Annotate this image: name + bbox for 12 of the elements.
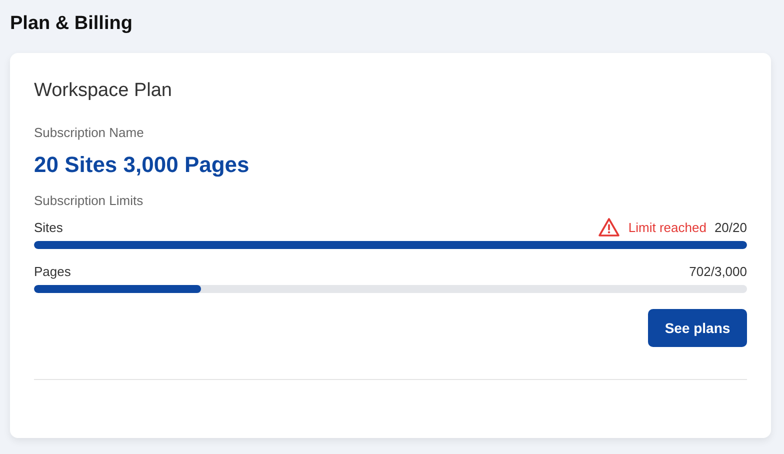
limit-warning: Limit reached <box>628 220 706 234</box>
limit-reading: 20/20 <box>714 220 747 234</box>
limit-reading: 702/3,000 <box>689 264 747 278</box>
page-title: Plan & Billing <box>10 12 134 36</box>
limit-name: Sites <box>34 220 63 234</box>
warning-icon <box>598 217 620 237</box>
subscription-label: Subscription Name <box>34 125 145 141</box>
limits-label: Subscription Limits <box>34 193 144 209</box>
card-title: Workspace Plan <box>34 79 173 103</box>
see-plans-button[interactable]: See plans <box>648 309 747 347</box>
subscription-name: 20 Sites 3,000 Pages <box>34 151 250 179</box>
limit-name: Pages <box>34 264 71 278</box>
